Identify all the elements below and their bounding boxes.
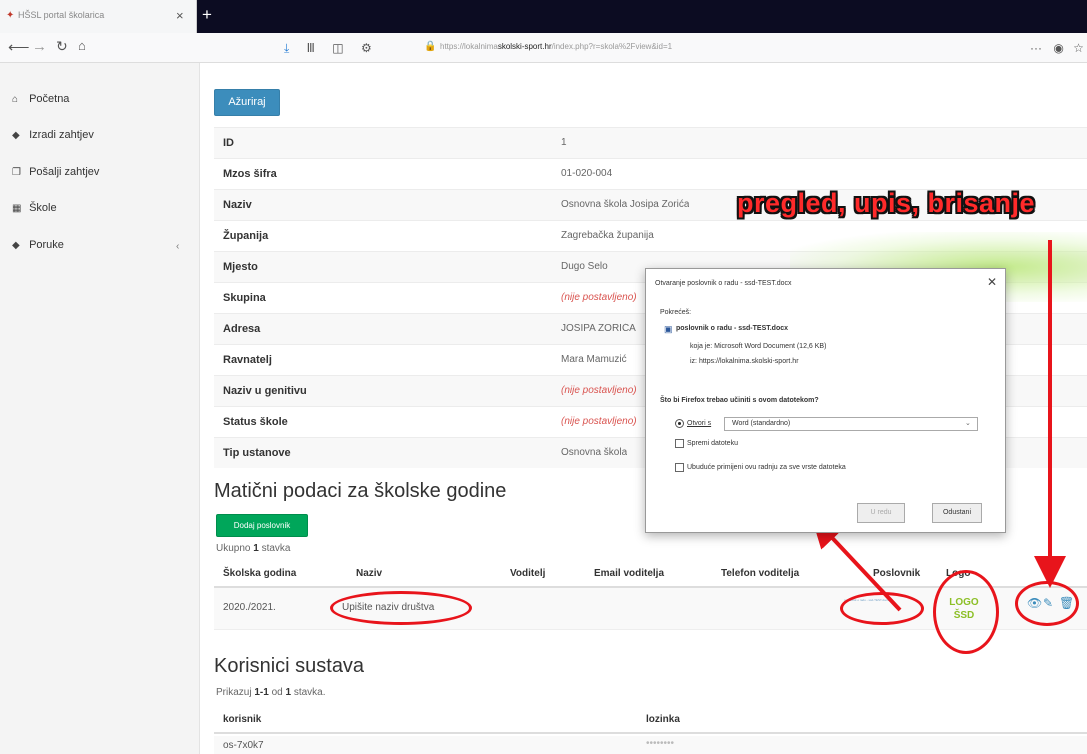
cancel-button[interactable]: Odustani bbox=[932, 503, 982, 523]
save-file-checkbox[interactable] bbox=[675, 439, 684, 448]
file-name: poslovnik o radu - ssd-TEST.docx bbox=[676, 325, 789, 332]
ellipse-rulebook bbox=[840, 592, 924, 625]
remember-choice-checkbox[interactable] bbox=[675, 463, 684, 472]
ellipse-name bbox=[330, 591, 472, 625]
word-file-icon: ▣ bbox=[664, 324, 673, 334]
file-type: koja je: Microsoft Word Document (12,6 K… bbox=[690, 343, 827, 350]
file-source: iz: https://lokalnima.skolski-sport.hr bbox=[690, 358, 799, 365]
opening-label: Pokrećeš: bbox=[660, 309, 692, 316]
dialog-title: Otvaranje poslovnik o radu - ssd-TEST.do… bbox=[655, 280, 792, 287]
ellipse-logo bbox=[933, 570, 999, 654]
chevron-down-icon: ⌄ bbox=[965, 420, 971, 427]
application-select[interactable]: Word (standardno) ⌄ bbox=[724, 417, 978, 431]
open-with-label: Otvori s bbox=[687, 420, 712, 427]
application-select-value: Word (standardno) bbox=[732, 420, 791, 427]
close-icon[interactable]: ✕ bbox=[987, 275, 997, 289]
remember-choice-label: Ubuduće primijeni ovu radnju za sve vrst… bbox=[687, 464, 846, 471]
save-file-label: Spremi datoteku bbox=[687, 440, 738, 447]
ellipse-actions bbox=[1015, 581, 1079, 626]
dialog-question: Što bi Firefox trebao učiniti s ovom dat… bbox=[660, 397, 819, 404]
ok-button[interactable]: U redu bbox=[857, 503, 905, 523]
open-with-radio[interactable] bbox=[675, 419, 684, 428]
download-dialog: Otvaranje poslovnik o radu - ssd-TEST.do… bbox=[645, 268, 1006, 533]
